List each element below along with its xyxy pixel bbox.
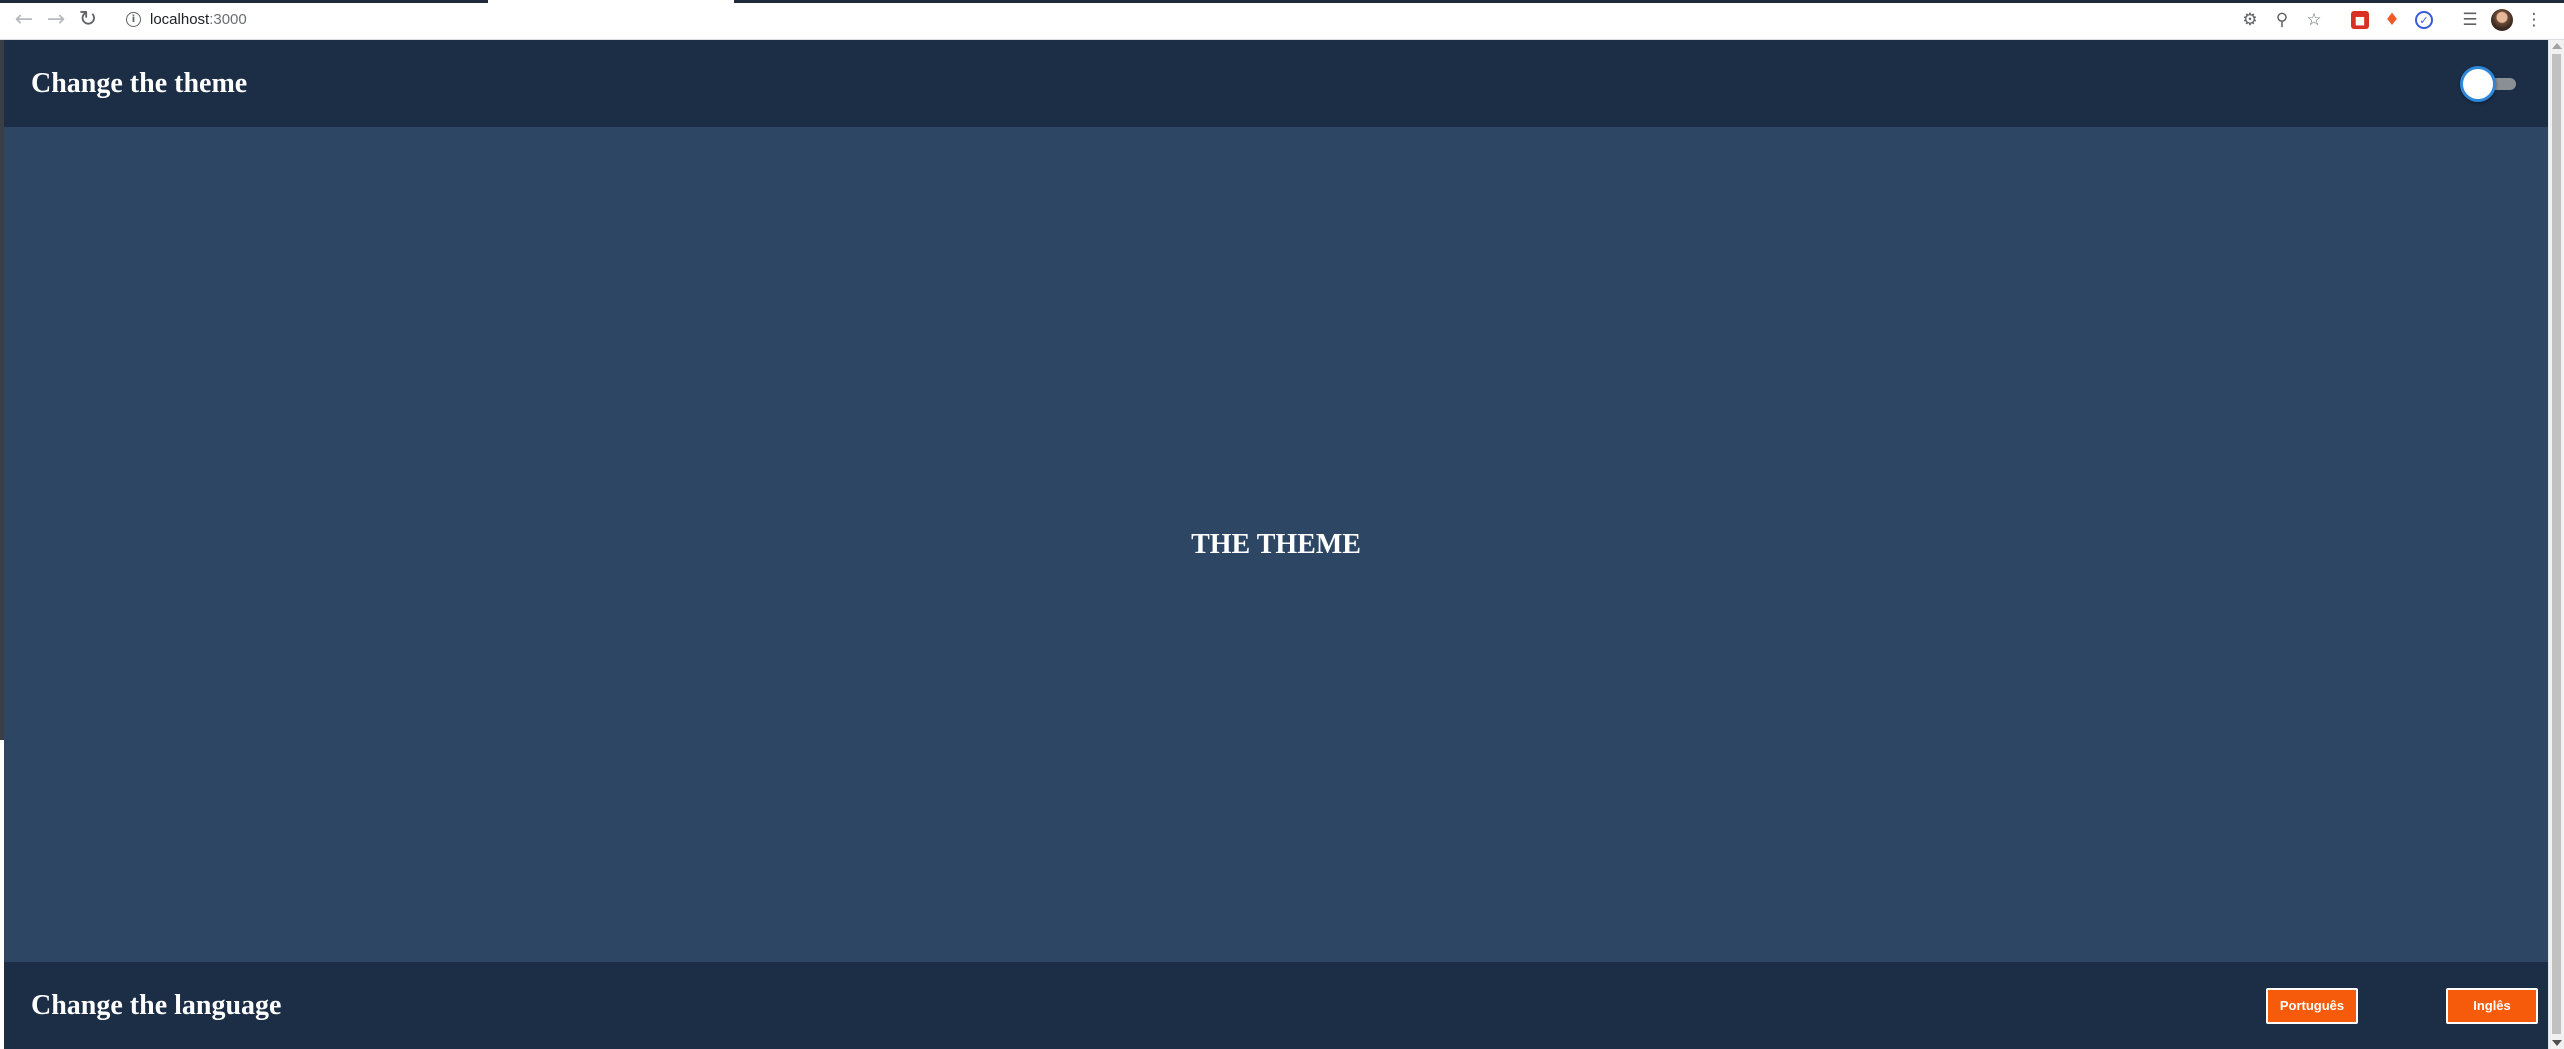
english-button[interactable]: Inglês [2446, 987, 2538, 1024]
scroll-up-icon[interactable] [2552, 43, 2562, 49]
forward-icon[interactable]: → [40, 4, 72, 36]
portuguese-button[interactable]: Português [2266, 987, 2358, 1024]
info-icon[interactable]: i [126, 12, 141, 27]
media-queue-icon[interactable]: ☰ [2454, 4, 2486, 36]
language-footer: Change the language Português Inglês [4, 962, 2548, 1049]
more-menu-icon[interactable]: ⋮ [2518, 4, 2550, 36]
zoom-icon[interactable]: ⚲ [2266, 4, 2298, 36]
navigation-buttons: ← → ↻ [8, 4, 104, 36]
theme-content: THE THEME [4, 127, 2548, 962]
bookmark-star-icon[interactable]: ☆ [2298, 4, 2330, 36]
extension-orange-icon[interactable]: ♦ [2376, 4, 2408, 36]
url-port: :3000 [209, 11, 247, 28]
extension-blue-icon[interactable]: ✓ [2408, 4, 2440, 36]
theme-header: Change the theme [4, 40, 2548, 127]
reload-icon[interactable]: ↻ [72, 4, 104, 36]
footer-title: Change the language [31, 989, 282, 1021]
avatar[interactable] [2486, 4, 2518, 36]
url-host: localhost [150, 11, 210, 28]
browser-actions: ⚙ ⚲ ☆ ■ ♦ ✓ ☰ ⋮ [2234, 0, 2550, 40]
scrollbar[interactable] [2548, 40, 2564, 1049]
back-icon[interactable]: ← [8, 4, 40, 36]
browser-toolbar: ← → ↻ i localhost:3000 ⚙ ⚲ ☆ ■ ♦ ✓ ☰ ⋮ [0, 0, 2564, 40]
toggle-thumb[interactable] [2460, 65, 2496, 102]
extension-red-icon[interactable]: ■ [2344, 4, 2376, 36]
page-title: Change the theme [31, 67, 248, 99]
theme-heading: THE THEME [1191, 528, 1361, 560]
scroll-down-icon[interactable] [2552, 1040, 2562, 1046]
tab-strip-edge [0, 0, 488, 3]
address-bar[interactable]: i localhost:3000 [126, 6, 247, 34]
scroll-thumb[interactable] [2552, 54, 2561, 1034]
translate-icon[interactable]: ⚙ [2234, 4, 2266, 36]
page: Change the theme THE THEME Change the la… [4, 40, 2548, 1049]
theme-toggle[interactable] [2460, 65, 2518, 102]
